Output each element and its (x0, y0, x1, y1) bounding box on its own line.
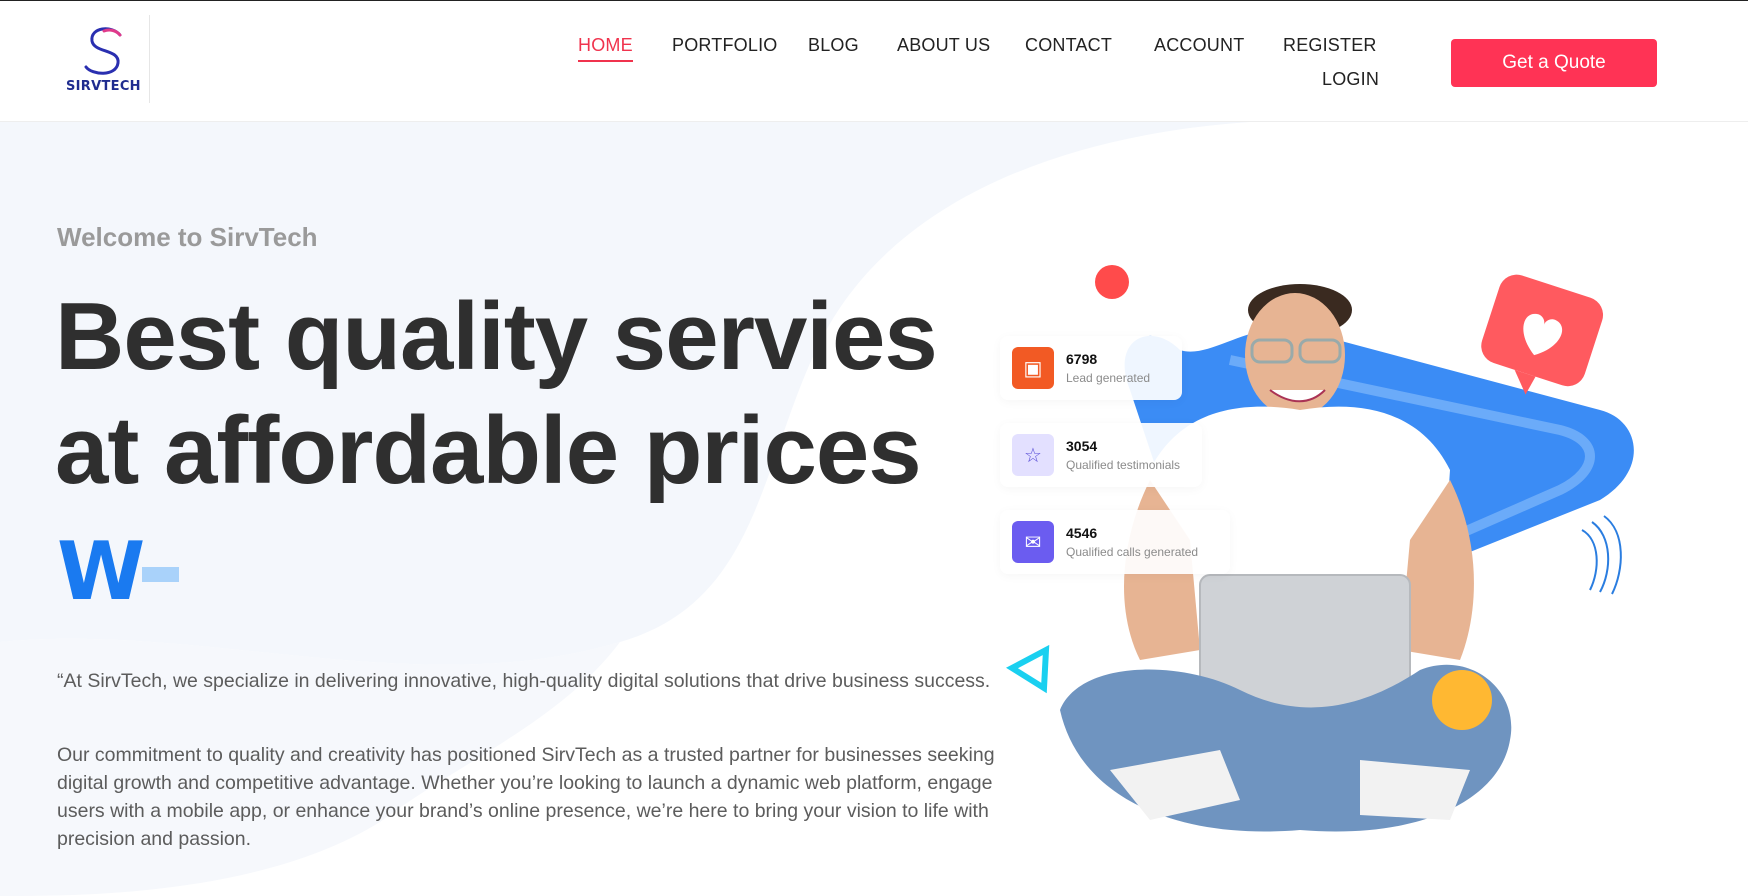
stat-number: 6798 (1066, 351, 1098, 367)
nav-about-us[interactable]: ABOUT US (897, 35, 990, 56)
intro-paragraph: “At SirvTech, we specialize in deliverin… (57, 670, 991, 692)
headline-line-2: at affordable prices (55, 397, 922, 504)
nav-home[interactable]: HOME (578, 35, 633, 62)
nav-login[interactable]: LOGIN (1322, 69, 1379, 90)
nav-portfolio[interactable]: PORTFOLIO (672, 35, 778, 56)
user-stars-icon: ☆ (1012, 434, 1054, 476)
chat-bubbles-icon: ✉ (1012, 521, 1054, 563)
stat-number: 4546 (1066, 525, 1098, 541)
stat-number: 3054 (1066, 438, 1098, 454)
site-header: SIRVTECH HOME PORTFOLIO BLOG ABOUT US CO… (0, 0, 1748, 122)
nav-register[interactable]: REGISTER (1283, 35, 1377, 56)
logo-swirl-icon (84, 27, 122, 75)
get-a-quote-button[interactable]: Get a Quote (1451, 39, 1657, 87)
stat-label: Lead generated (1066, 371, 1151, 385)
hero-headline: Best quality servies at affordable price… (55, 280, 938, 508)
monitor-gear-icon: ▣ (1012, 347, 1054, 389)
headline-line-1: Best quality servies (55, 283, 938, 390)
brand-name: SIRVTECH (66, 79, 141, 94)
stat-card-leads: ▣ 6798 Lead generated (1000, 336, 1182, 400)
hero-illustration: ▣ 6798 Lead generated ☆ 3054 Qualified t… (1000, 240, 1680, 896)
stat-label: Qualified testimonials (1066, 458, 1181, 472)
commitment-paragraph: Our commitment to quality and creativity… (57, 744, 995, 850)
typed-text: W (57, 525, 146, 618)
stat-card-testimonials: ☆ 3054 Qualified testimonials (1000, 423, 1202, 487)
stat-label: Qualified calls generated (1066, 545, 1199, 559)
nav-blog[interactable]: BLOG (808, 35, 859, 56)
brand-logo[interactable]: SIRVTECH (62, 15, 150, 103)
nav-contact[interactable]: CONTACT (1025, 35, 1112, 56)
welcome-subtitle: Welcome to SirvTech (57, 222, 318, 252)
nav-account[interactable]: ACCOUNT (1154, 35, 1244, 56)
typing-caret (142, 567, 179, 582)
stat-card-calls: ✉ 4546 Qualified calls generated (1000, 510, 1230, 574)
